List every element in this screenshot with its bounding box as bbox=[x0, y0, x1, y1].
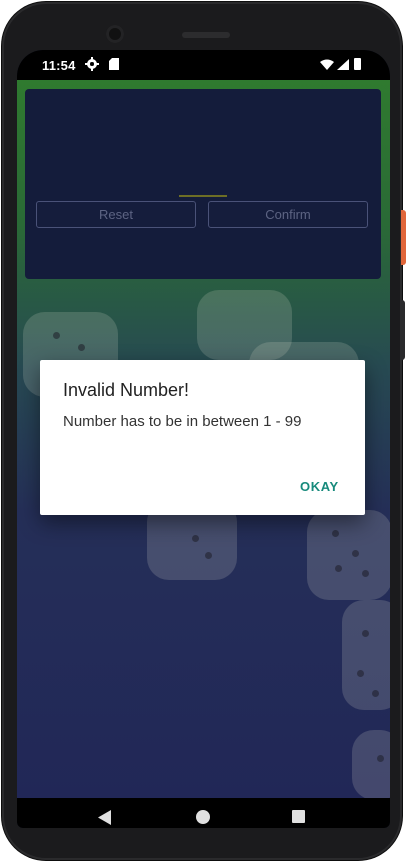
status-bar: 11:54 bbox=[17, 50, 390, 80]
front-camera bbox=[106, 25, 124, 43]
dialog-message: Number has to be in between 1 - 99 bbox=[63, 413, 302, 430]
home-icon[interactable] bbox=[196, 810, 210, 824]
device-screen: 11:54 Reset Confirm Invalid Number! Numb… bbox=[17, 50, 390, 828]
recents-icon[interactable] bbox=[292, 810, 305, 823]
volume-button bbox=[401, 300, 405, 360]
gear-icon bbox=[85, 57, 99, 71]
signal-icon bbox=[337, 59, 349, 70]
back-icon[interactable] bbox=[98, 810, 111, 825]
power-button bbox=[401, 210, 406, 265]
okay-button[interactable]: OKAY bbox=[300, 479, 339, 494]
status-time: 11:54 bbox=[42, 58, 76, 73]
wifi-icon bbox=[320, 59, 334, 70]
dialog-title: Invalid Number! bbox=[63, 380, 190, 400]
earpiece-speaker bbox=[182, 32, 230, 38]
battery-icon bbox=[354, 58, 361, 70]
navigation-bar bbox=[17, 798, 390, 828]
sd-card-icon bbox=[109, 58, 119, 70]
invalid-number-dialog: Invalid Number! Number has to be in betw… bbox=[40, 360, 365, 515]
